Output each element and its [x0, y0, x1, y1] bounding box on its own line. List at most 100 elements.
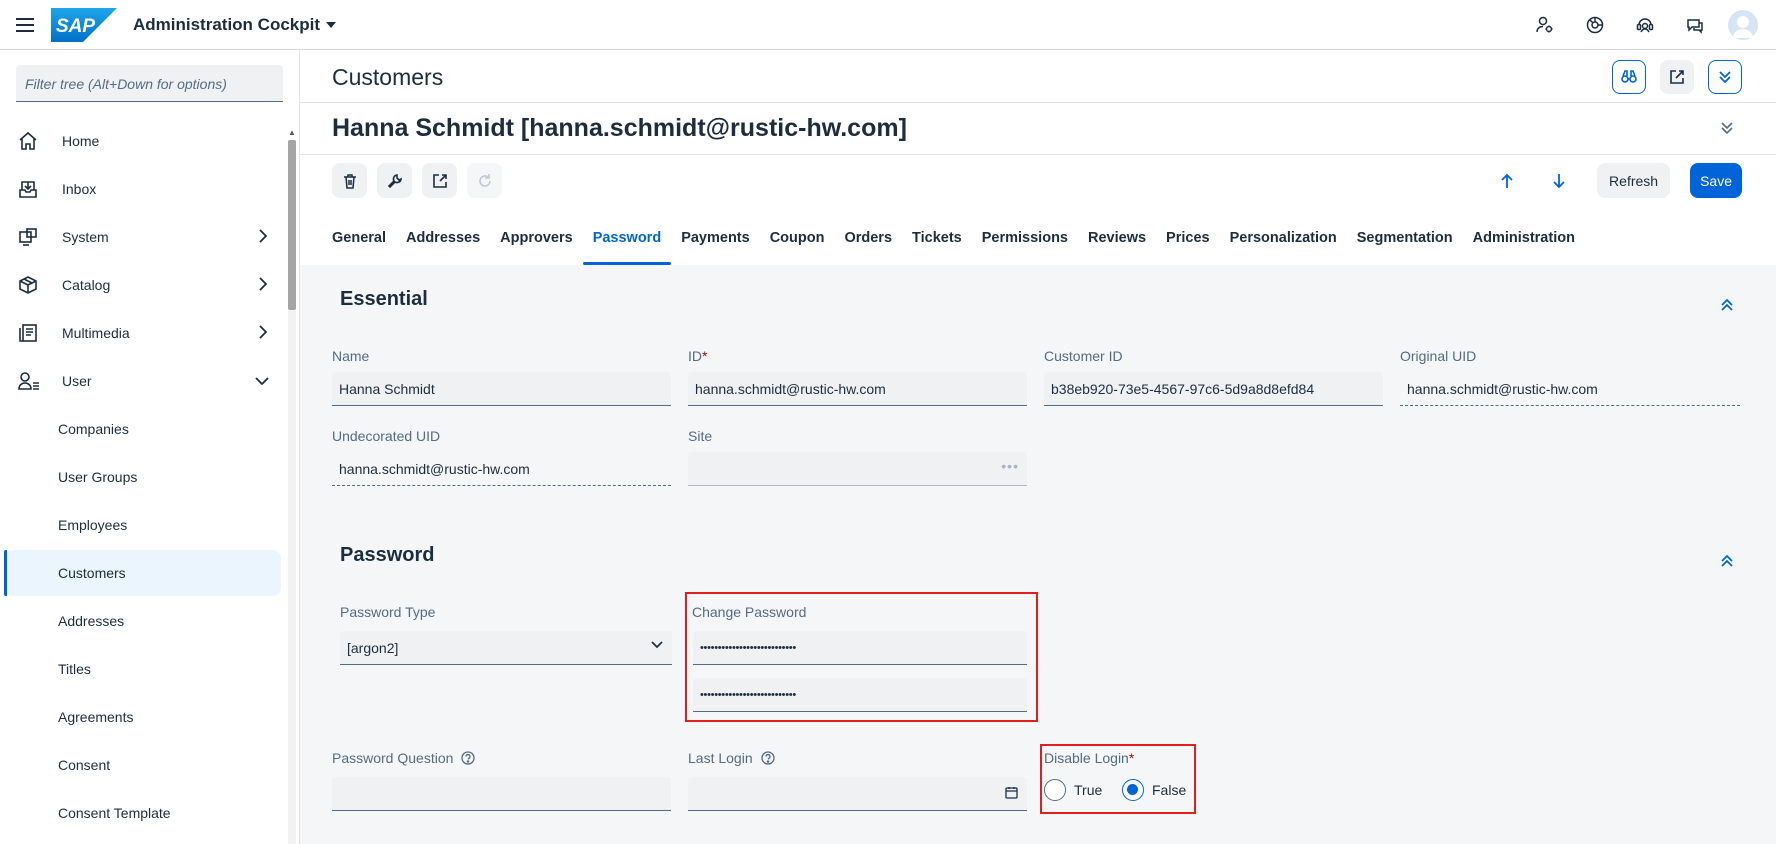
help-icon[interactable] [461, 751, 475, 765]
password-type-value: [argon2] [347, 640, 399, 656]
site-label: Site [688, 428, 713, 444]
password-section-title: Password [340, 544, 435, 566]
previous-item-button[interactable] [1485, 163, 1529, 198]
double-chevron-up-icon[interactable] [1720, 298, 1734, 312]
share-icon [1669, 69, 1685, 85]
password-question-field[interactable] [332, 777, 671, 811]
customer-id-value: b38eb920-73e5-4567-97c6-5d9a8d8efd84 [1051, 381, 1315, 397]
double-chevron-down-icon[interactable] [1720, 121, 1734, 135]
next-item-button[interactable] [1537, 163, 1581, 198]
scroll-up-icon[interactable]: ▲ [288, 128, 296, 138]
collapse-all-button[interactable] [1708, 60, 1742, 94]
sidebar-scrollbar[interactable]: ▲ [288, 128, 296, 844]
tab-orders[interactable]: Orders [834, 222, 902, 265]
support-icon[interactable] [1628, 8, 1662, 42]
filter-tree-input[interactable]: Filter tree (Alt+Down for options) [16, 65, 283, 102]
tab-prices[interactable]: Prices [1156, 222, 1220, 265]
tab-addresses[interactable]: Addresses [396, 222, 490, 265]
double-chevron-up-icon[interactable] [1720, 554, 1734, 568]
tab-approvers[interactable]: Approvers [490, 222, 583, 265]
tab-permissions[interactable]: Permissions [972, 222, 1078, 265]
double-chevron-down-icon [1718, 70, 1732, 84]
share-button[interactable] [1660, 60, 1694, 94]
customer-id-field[interactable]: b38eb920-73e5-4567-97c6-5d9a8d8efd84 [1044, 372, 1383, 406]
tab-payments[interactable]: Payments [671, 222, 760, 265]
edit-tool-button[interactable] [377, 163, 412, 198]
reload-button[interactable] [467, 163, 502, 198]
id-field[interactable]: hanna.schmidt@rustic-hw.com [688, 372, 1027, 406]
sidebar-item-user-groups[interactable]: User Groups [4, 454, 281, 500]
sidebar-item-inbox[interactable]: Inbox [4, 166, 281, 212]
calendar-icon[interactable] [1005, 786, 1018, 799]
caret-down-icon [326, 21, 337, 28]
menu-icon[interactable] [0, 0, 50, 50]
sidebar-item-consent[interactable]: Consent [4, 742, 281, 788]
chevron-down-icon [651, 641, 663, 649]
sidebar-item-consent-template[interactable]: Consent Template [4, 790, 281, 836]
change-password-label: Change Password [692, 604, 807, 620]
shell-bar: SAP Administration Cockpit [0, 0, 1776, 50]
open-new-window-button[interactable] [422, 163, 457, 198]
sidebar-item-home[interactable]: Home [4, 118, 281, 164]
sidebar-item-label: Employees [58, 517, 128, 533]
tab-segmentation[interactable]: Segmentation [1347, 222, 1463, 265]
sap-logo: SAP [51, 7, 117, 42]
tab-personalization[interactable]: Personalization [1220, 222, 1347, 265]
refresh-button[interactable]: Refresh [1597, 163, 1671, 198]
sidebar-item-companies[interactable]: Companies [4, 406, 281, 452]
tab-administration[interactable]: Administration [1463, 222, 1585, 265]
tab-bar: General Addresses Approvers Password Pay… [332, 222, 1585, 265]
customer-id-label: Customer ID [1044, 348, 1123, 364]
home-icon [18, 131, 48, 151]
tab-general[interactable]: General [332, 222, 396, 265]
more-options-icon[interactable]: ••• [1001, 458, 1019, 474]
sidebar-item-multimedia[interactable]: Multimedia [4, 310, 281, 356]
disable-login-true-radio[interactable]: True [1044, 779, 1102, 801]
sidebar-item-user[interactable]: User [4, 358, 281, 404]
save-button[interactable]: Save [1690, 163, 1742, 198]
sidebar-item-titles[interactable]: Titles [4, 646, 281, 692]
new-password-field[interactable]: ••••••••••••••••••••••••••• [693, 631, 1027, 665]
undecorated-uid-field[interactable]: hanna.schmidt@rustic-hw.com [332, 452, 671, 486]
last-login-field[interactable] [688, 777, 1027, 811]
site-field[interactable]: ••• [688, 452, 1027, 486]
name-field[interactable]: Hanna Schmidt [332, 372, 671, 406]
help-icon[interactable] [760, 751, 775, 765]
sidebar-item-customers[interactable]: Customers [4, 550, 281, 596]
confirm-password-field[interactable]: ••••••••••••••••••••••••••• [693, 678, 1027, 712]
user-avatar[interactable] [1728, 10, 1758, 40]
notifications-icon[interactable] [1678, 8, 1712, 42]
radio-circle-checked [1122, 779, 1144, 801]
tab-password[interactable]: Password [582, 222, 672, 265]
sidebar-item-addresses[interactable]: Addresses [4, 598, 281, 644]
chevron-right-icon [259, 277, 267, 291]
tab-coupon[interactable]: Coupon [760, 222, 835, 265]
delete-button[interactable] [332, 163, 367, 198]
wrench-icon [387, 173, 403, 189]
sidebar-item-agreements[interactable]: Agreements [4, 694, 281, 740]
user-settings-icon[interactable] [1528, 8, 1562, 42]
chevron-right-icon [259, 229, 267, 243]
sidebar-item-label: Home [62, 133, 100, 149]
app-title[interactable]: Administration Cockpit [133, 15, 337, 35]
sidebar-item-label: Inbox [62, 181, 97, 197]
name-value: Hanna Schmidt [339, 381, 435, 397]
tab-reviews[interactable]: Reviews [1078, 222, 1156, 265]
sidebar-item-employees[interactable]: Employees [4, 502, 281, 548]
sidebar-item-system[interactable]: System [4, 214, 281, 260]
sidebar-item-label: Catalog [62, 277, 111, 293]
binoculars-button[interactable] [1612, 60, 1646, 94]
password-type-select[interactable]: [argon2] [340, 631, 672, 665]
sidebar-item-label: Addresses [58, 613, 125, 629]
sidebar-item-label: Customers [58, 565, 126, 581]
sidebar-item-catalog[interactable]: Catalog [4, 262, 281, 308]
sidebar-item-label: System [62, 229, 109, 245]
password-question-label-text: Password Question [332, 750, 454, 766]
original-uid-field[interactable]: hanna.schmidt@rustic-hw.com [1400, 372, 1740, 406]
scrollbar-thumb[interactable] [288, 140, 296, 310]
help-wheel-icon[interactable] [1578, 8, 1612, 42]
external-link-icon [432, 173, 448, 189]
svg-text:SAP: SAP [56, 16, 95, 37]
tab-tickets[interactable]: Tickets [902, 222, 972, 265]
disable-login-false-radio[interactable]: False [1122, 779, 1186, 801]
